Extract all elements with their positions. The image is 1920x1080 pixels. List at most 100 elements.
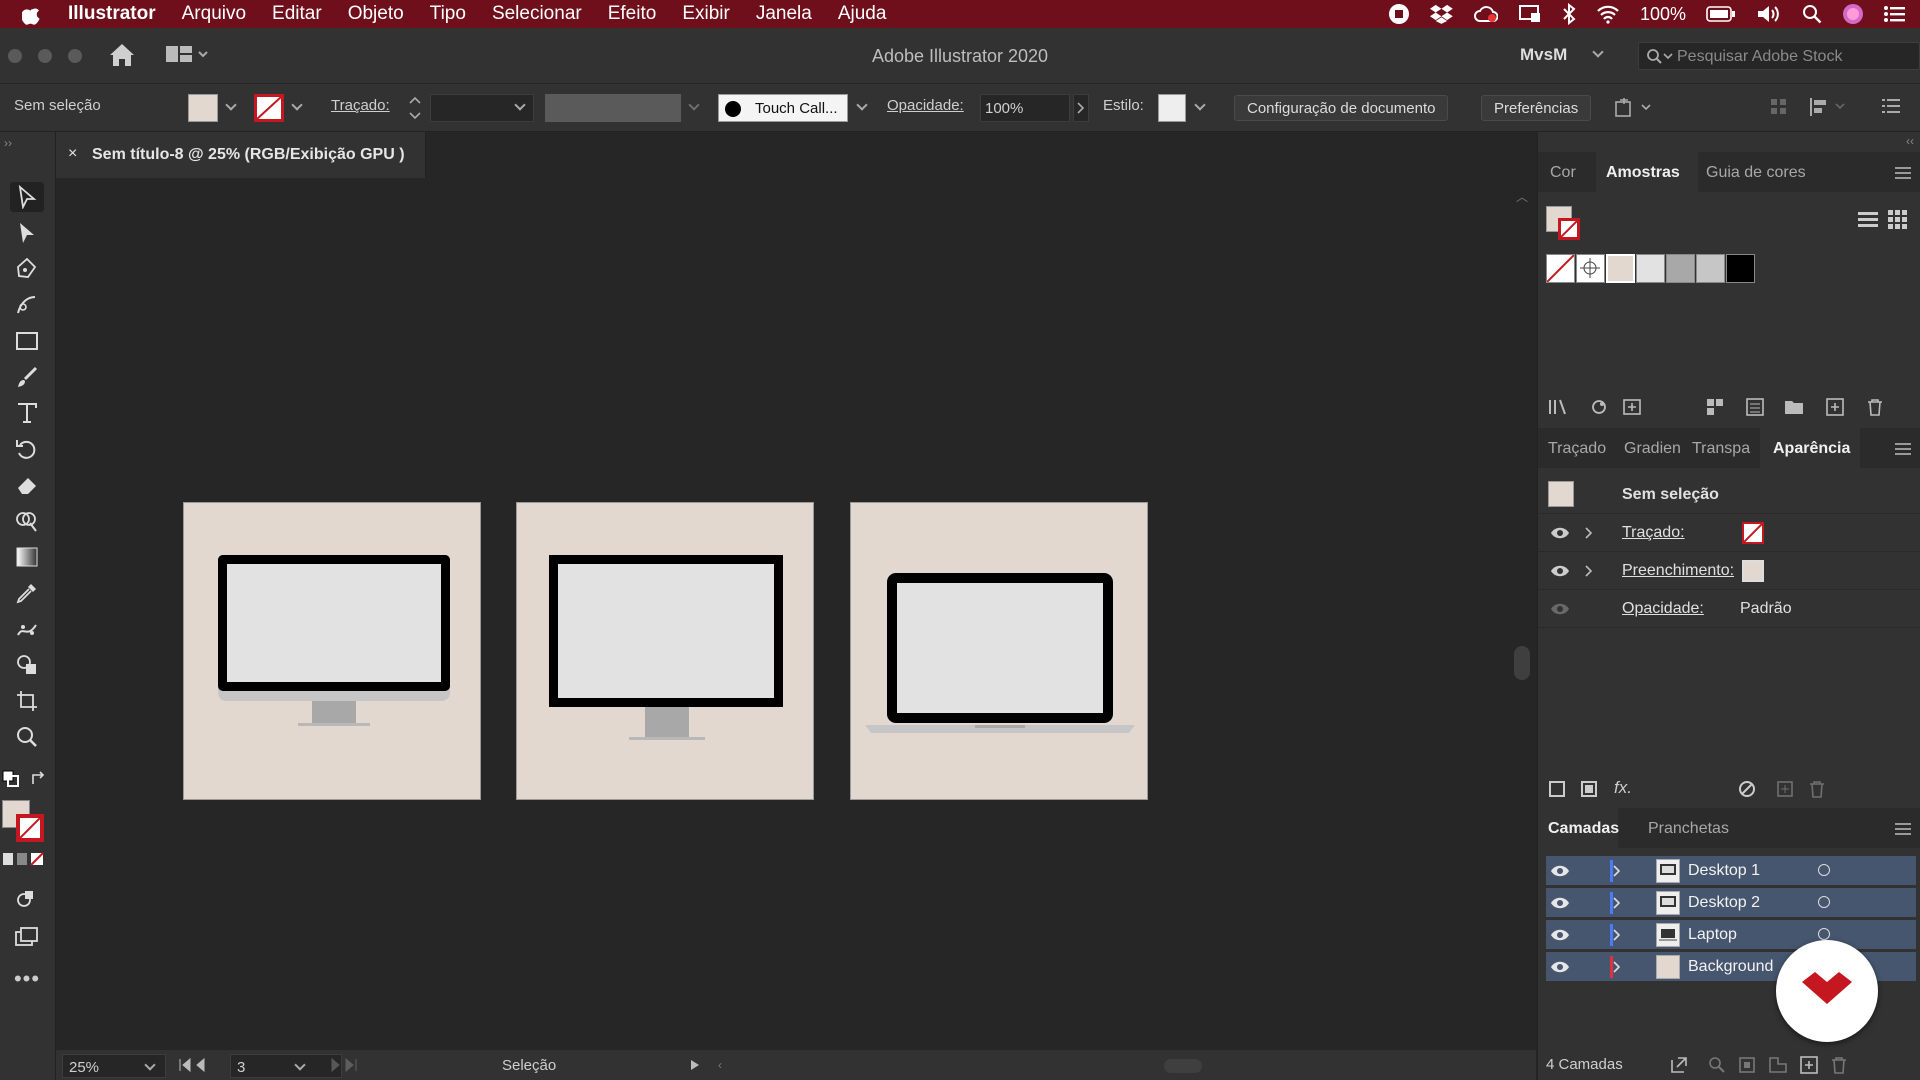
appearance-fill-row[interactable]: Preenchimento: xyxy=(1538,552,1920,590)
menu-tipo[interactable]: Tipo xyxy=(430,3,466,25)
opacity-slider-button[interactable] xyxy=(1073,94,1089,122)
appearance-opacity-row[interactable]: Opacidade: Padrão xyxy=(1538,590,1920,628)
toolbar-stroke-swatch[interactable] xyxy=(16,814,44,842)
first-artboard-icon[interactable] xyxy=(178,1058,208,1072)
eyedropper-tool-icon[interactable] xyxy=(10,578,44,608)
layer-name[interactable]: Desktop 1 xyxy=(1688,862,1760,880)
graphic-style-swatch[interactable] xyxy=(1158,94,1186,122)
tab-stroke[interactable]: Traçado xyxy=(1548,440,1606,458)
brush-chevron-icon[interactable] xyxy=(856,99,868,111)
visibility-eye-icon[interactable] xyxy=(1550,564,1570,578)
swatch-beige[interactable] xyxy=(1606,254,1635,283)
stroke-dropdown-chevron-icon[interactable] xyxy=(291,99,303,111)
selection-tool-icon[interactable] xyxy=(10,182,44,212)
layer-name[interactable]: Laptop xyxy=(1688,926,1737,944)
curvature-tool-icon[interactable] xyxy=(10,290,44,320)
layer-target-circle-icon[interactable] xyxy=(1818,928,1830,940)
pen-tool-icon[interactable] xyxy=(10,254,44,284)
expand-chevron-icon[interactable] xyxy=(1612,896,1622,910)
adobe-stock-search-input[interactable]: Pesquisar Adobe Stock xyxy=(1638,42,1920,70)
scroll-left-icon[interactable]: ‹ xyxy=(718,1058,722,1072)
shape-builder-tool-icon[interactable] xyxy=(10,506,44,536)
stroke-row-label[interactable]: Traçado: xyxy=(1622,524,1685,542)
creative-cloud-icon[interactable] xyxy=(1474,4,1498,24)
grid-view-icon[interactable] xyxy=(1888,210,1908,230)
artboard-tool-icon[interactable] xyxy=(10,686,44,716)
vertical-scroll-thumb[interactable] xyxy=(1514,646,1530,680)
stroke-row-swatch[interactable] xyxy=(1742,522,1764,544)
tab-color-guide[interactable]: Guia de cores xyxy=(1706,164,1806,182)
wifi-icon[interactable] xyxy=(1596,4,1620,24)
delete-swatch-icon[interactable] xyxy=(1866,398,1884,416)
default-colors-icon[interactable] xyxy=(2,770,20,788)
add-new-fill-icon[interactable] xyxy=(1580,780,1598,798)
opacity-input[interactable]: 100% xyxy=(980,94,1070,122)
bluetooth-icon[interactable] xyxy=(1562,3,1576,25)
tab-transparency[interactable]: Transpa xyxy=(1692,440,1750,458)
folder-icon[interactable] xyxy=(1784,398,1804,416)
spotlight-search-icon[interactable] xyxy=(1802,4,1822,24)
stroke-color-swatch[interactable] xyxy=(254,94,284,122)
layer-target-circle-icon[interactable] xyxy=(1818,864,1830,876)
appearance-panel-menu-icon[interactable] xyxy=(1895,448,1911,450)
swatch-libraries-icon[interactable] xyxy=(1548,398,1572,416)
document-setup-button[interactable]: Configuração de documento xyxy=(1234,95,1449,121)
swatch-medium-gray[interactable] xyxy=(1666,254,1695,283)
align-objects-icon[interactable] xyxy=(1808,96,1848,118)
expand-chevron-icon[interactable] xyxy=(1584,564,1594,578)
menu-janela[interactable]: Janela xyxy=(756,3,812,25)
swatch-none[interactable] xyxy=(1546,254,1575,283)
new-layer-icon[interactable] xyxy=(1800,1056,1818,1074)
eraser-tool-icon[interactable] xyxy=(10,470,44,500)
record-icon[interactable] xyxy=(1388,3,1410,25)
swatch-registration[interactable] xyxy=(1576,254,1605,283)
volume-icon[interactable] xyxy=(1756,4,1782,24)
screen-mode-icon[interactable] xyxy=(10,922,44,952)
swatch-kind-icon[interactable] xyxy=(1590,398,1608,416)
draw-mode-icon[interactable] xyxy=(10,884,44,914)
layer-row[interactable]: Desktop 2 xyxy=(1546,888,1916,918)
tab-artboards[interactable]: Pranchetas xyxy=(1648,820,1729,838)
make-clipping-mask-icon[interactable] xyxy=(1738,1056,1756,1074)
brush-definition-field[interactable]: Touch Call... xyxy=(718,94,848,122)
transform-icon[interactable] xyxy=(1614,96,1654,120)
opacity-row-label[interactable]: Opacidade: xyxy=(1622,600,1704,618)
grid-align-icon[interactable] xyxy=(1770,98,1788,116)
artboard-desktop-2[interactable] xyxy=(516,502,814,800)
artboard-desktop-1[interactable] xyxy=(183,502,481,800)
shape-tools-icon[interactable] xyxy=(10,650,44,680)
battery-icon[interactable] xyxy=(1706,5,1736,23)
appearance-stroke-row[interactable]: Traçado: xyxy=(1538,514,1920,552)
fill-row-label[interactable]: Preenchimento: xyxy=(1622,562,1734,580)
layers-panel-menu-icon[interactable] xyxy=(1895,828,1911,830)
rotate-tool-icon[interactable] xyxy=(10,434,44,464)
swatch-list-icon[interactable] xyxy=(1746,398,1764,416)
style-chevron-icon[interactable] xyxy=(1194,99,1206,111)
stroke-label[interactable]: Traçado: xyxy=(331,97,390,114)
collapse-panels-icon[interactable]: ‹‹ xyxy=(1906,134,1914,148)
tab-gradient[interactable]: Gradien xyxy=(1624,440,1681,458)
tab-swatches[interactable]: Amostras xyxy=(1606,164,1680,182)
workspace-switcher[interactable]: MvsM xyxy=(1520,45,1567,65)
next-artboard-icon[interactable] xyxy=(328,1058,358,1072)
menu-arquivo[interactable]: Arquivo xyxy=(182,3,246,25)
apple-icon[interactable] xyxy=(22,3,40,25)
clear-appearance-icon[interactable] xyxy=(1738,780,1756,798)
locate-object-icon[interactable] xyxy=(1708,1056,1726,1074)
expand-chevron-icon[interactable] xyxy=(1584,526,1594,540)
vertical-scrollbar[interactable]: ︿ xyxy=(1510,178,1536,1050)
menu-selecionar[interactable]: Selecionar xyxy=(492,3,582,25)
expand-chevron-icon[interactable] xyxy=(1612,864,1622,878)
swatch-options-icon[interactable] xyxy=(1622,398,1642,416)
scroll-up-icon[interactable]: ︿ xyxy=(1516,188,1528,205)
expand-chevron-icon[interactable] xyxy=(1612,960,1622,974)
visibility-eye-icon[interactable] xyxy=(1550,896,1570,910)
dropbox-icon[interactable] xyxy=(1429,3,1454,25)
artboard-laptop[interactable] xyxy=(850,502,1148,800)
profile-chevron-icon[interactable] xyxy=(688,99,700,111)
artboard-number-field[interactable]: 3 xyxy=(230,1054,342,1078)
document-tab[interactable]: × Sem título-8 @ 25% (RGB/Exibição GPU ) xyxy=(56,132,426,178)
new-swatch-icon[interactable] xyxy=(1826,398,1844,416)
gradient-tool-icon[interactable] xyxy=(10,542,44,572)
new-sublayer-icon[interactable] xyxy=(1768,1056,1788,1074)
